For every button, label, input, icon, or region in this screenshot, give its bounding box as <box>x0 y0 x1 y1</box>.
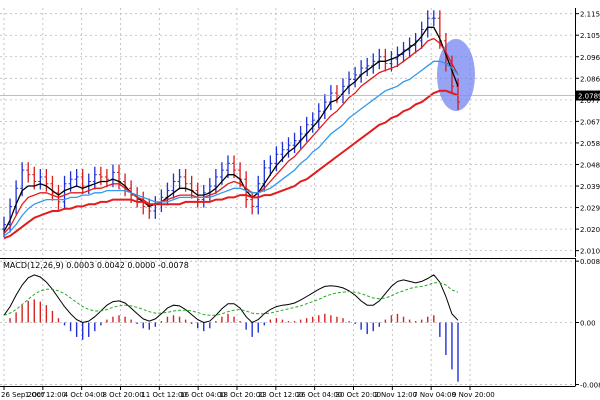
macd-histogram <box>9 299 459 382</box>
price-chart[interactable]: 2.11502.10552.09602.08652.07702.06752.05… <box>0 0 600 400</box>
highlight-ellipse <box>437 39 475 111</box>
macd-axis-label: 0.0085 <box>580 258 600 266</box>
time-axis-label: 4 Oct 04:00 <box>64 391 105 399</box>
time-axis-label: 8 Oct 20:00 <box>103 391 144 399</box>
price-axis-label: 2.0485 <box>580 161 600 169</box>
moving-average-line <box>3 26 459 232</box>
macd-axis-label: -0.0086 <box>580 382 600 390</box>
price-axis-label: 2.1150 <box>580 11 600 19</box>
price-grid <box>0 8 575 257</box>
price-axis-label: 2.0105 <box>580 248 600 256</box>
macd-axis: 0.0085 0.00 -0.0086 <box>575 258 600 390</box>
time-axis-label: 2 Nov 12:00 <box>374 391 417 399</box>
time-axis-label: 1 Oct 12:00 <box>25 391 66 399</box>
price-axis-label: 2.0865 <box>580 75 600 83</box>
macd-axis-label: 0.00 <box>580 320 596 328</box>
macd-lines <box>3 274 459 324</box>
macd-line <box>3 274 459 324</box>
price-axis-label: 2.0675 <box>580 118 600 126</box>
price-axis-label: 2.0960 <box>580 54 600 62</box>
last-price-label: 2.0789 <box>578 93 600 101</box>
price-bars <box>2 10 460 238</box>
macd-title: MACD(12,26,9) 0.0003 0.0042 0.0000 -0.00… <box>3 261 189 270</box>
time-axis-label: 9 Nov 20:00 <box>452 391 495 399</box>
price-axis-label: 2.0295 <box>580 205 600 213</box>
price-axis-label: 2.0390 <box>580 183 600 191</box>
price-axis-label: 2.0580 <box>580 140 600 148</box>
moving-average-line <box>3 60 459 237</box>
price-axis-label: 2.0200 <box>580 226 600 234</box>
time-axis: 26 Sep 20071 Oct 12:004 Oct 04:008 Oct 2… <box>1 386 495 399</box>
macd-grid <box>0 259 575 386</box>
time-axis-label: 7 Nov 04:00 <box>413 391 456 399</box>
moving-average-line <box>3 37 459 235</box>
price-axis-label: 2.1055 <box>580 32 600 40</box>
moving-average-lines <box>3 26 459 240</box>
